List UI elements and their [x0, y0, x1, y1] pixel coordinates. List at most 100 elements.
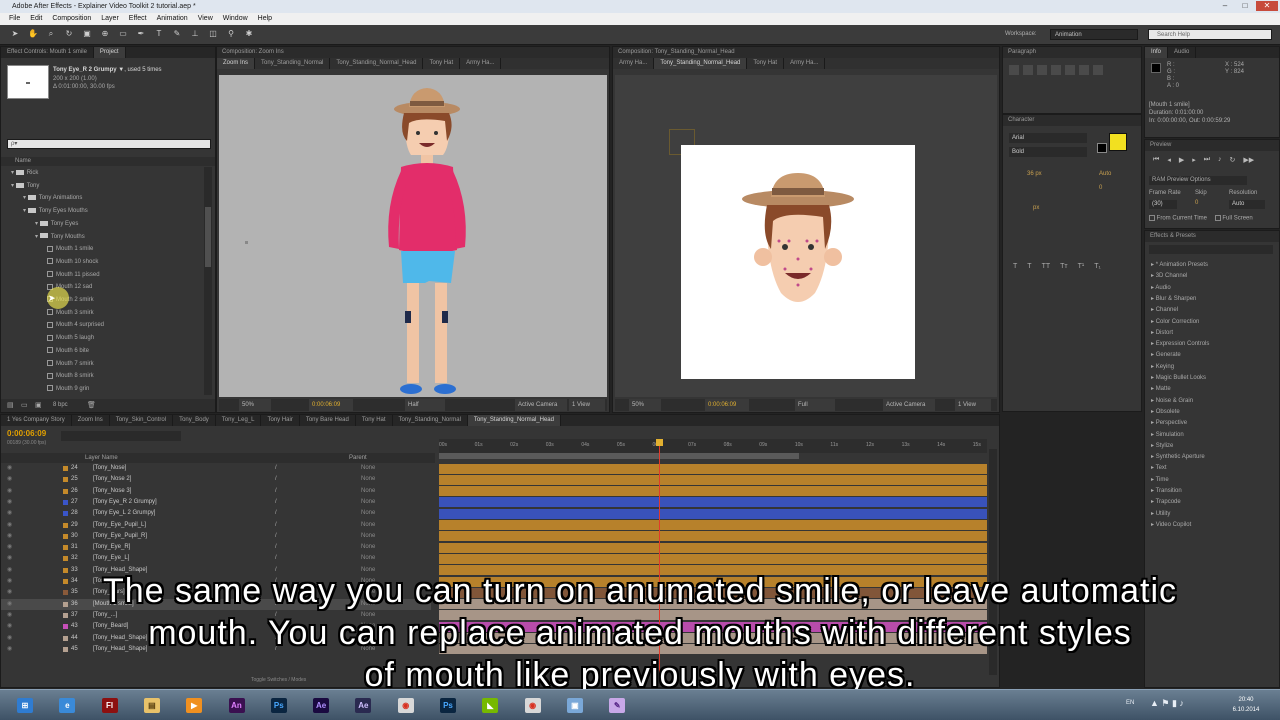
- visibility-eye-icon[interactable]: ◉: [7, 520, 12, 531]
- comp-left-zoom[interactable]: 50%: [239, 399, 271, 411]
- quality-switch-icon[interactable]: /: [275, 497, 277, 508]
- timeline-tab[interactable]: Tony Hair: [261, 415, 300, 426]
- comp-left-tab-3[interactable]: Tony Hat: [423, 58, 461, 69]
- maximize-button[interactable]: □: [1236, 1, 1254, 11]
- effects-category[interactable]: ▸ Blur & Sharpen: [1151, 295, 1196, 302]
- visibility-eye-icon[interactable]: ◉: [7, 486, 12, 497]
- taskbar-app-aftereffects[interactable]: Ae: [304, 693, 338, 718]
- layer-duration-bar[interactable]: [439, 553, 987, 564]
- tree-item[interactable]: ▾ Tony Eyes Mouths: [23, 205, 88, 217]
- clone-tool-icon[interactable]: ⊥: [190, 29, 200, 39]
- effects-category[interactable]: ▸ * Animation Presets: [1151, 261, 1208, 268]
- stroke-color-swatch[interactable]: [1097, 143, 1107, 153]
- comp-right-tab-0[interactable]: Army Ha...: [613, 58, 655, 69]
- parent-select[interactable]: None: [361, 553, 375, 564]
- layer-duration-bar[interactable]: [439, 486, 987, 497]
- layer-label-color[interactable]: [63, 545, 68, 551]
- layer-duration-bar[interactable]: [439, 474, 987, 485]
- audio-icon[interactable]: ♪: [1218, 156, 1222, 164]
- justify-left-icon[interactable]: [1051, 65, 1061, 75]
- timeline-tab[interactable]: Zoom Ins: [72, 415, 110, 426]
- zoom-tool-icon[interactable]: ⌕: [46, 29, 56, 39]
- timeline-search-input[interactable]: [61, 431, 181, 441]
- faux-bold-icon[interactable]: T: [1013, 263, 1017, 270]
- layer-name[interactable]: [Tony_Nose 2]: [93, 474, 131, 485]
- justify-center-icon[interactable]: [1065, 65, 1075, 75]
- comp-left-tab-2[interactable]: Tony_Standing_Normal_Head: [330, 58, 424, 69]
- taskbar-app-media[interactable]: ▶: [177, 693, 211, 718]
- effects-category[interactable]: ▸ Stylize: [1151, 442, 1173, 449]
- project-search-input[interactable]: ρ▾: [7, 139, 211, 149]
- comp-left-timecode[interactable]: 0:00:06:09: [309, 399, 353, 411]
- comp-left-title[interactable]: Composition: Zoom Ins: [217, 47, 609, 58]
- taskbar-app-animate[interactable]: An: [220, 693, 254, 718]
- visibility-eye-icon[interactable]: ◉: [7, 553, 12, 564]
- layer-row[interactable]: ◉ 32 [Tony_Eye_L] / None: [1, 553, 431, 564]
- column-header-name[interactable]: Name: [1, 157, 215, 166]
- from-current-checkbox[interactable]: [1149, 215, 1155, 221]
- brush-tool-icon[interactable]: ✎: [172, 29, 182, 39]
- timeline-tab[interactable]: 1 Yes Company Story: [1, 415, 72, 426]
- taskbar-app-explorer[interactable]: ▤: [135, 693, 169, 718]
- small-caps-icon[interactable]: Tт: [1060, 263, 1067, 270]
- effects-category[interactable]: ▸ Utility: [1151, 510, 1170, 517]
- faux-italic-icon[interactable]: T: [1027, 263, 1031, 270]
- taskbar-app-ie[interactable]: e: [50, 693, 84, 718]
- new-folder-icon[interactable]: ▭: [21, 401, 28, 409]
- taskbar-app-photoshop2[interactable]: Ps: [431, 693, 465, 718]
- comp-right-viewer[interactable]: [615, 75, 997, 397]
- trash-icon[interactable]: 🗑: [87, 401, 96, 409]
- layer-duration-bar[interactable]: [439, 542, 987, 553]
- camera-tool-icon[interactable]: ▣: [82, 29, 92, 39]
- roto-tool-icon[interactable]: ⚲: [226, 29, 236, 39]
- tree-item[interactable]: Mouth 5 laugh: [47, 332, 94, 344]
- quality-switch-icon[interactable]: /: [275, 542, 277, 553]
- tree-item[interactable]: Mouth 1 smile: [47, 243, 93, 255]
- comp-left-camera[interactable]: Active Camera: [515, 399, 567, 411]
- effects-category[interactable]: ▸ Perspective: [1151, 419, 1187, 426]
- visibility-eye-icon[interactable]: ◉: [7, 474, 12, 485]
- skip-value[interactable]: 0: [1195, 200, 1198, 206]
- layer-row[interactable]: ◉ 25 [Tony_Nose 2] / None: [1, 474, 431, 485]
- pan-behind-tool-icon[interactable]: ⊕: [100, 29, 110, 39]
- layer-row[interactable]: ◉ 26 [Tony_Nose 3] / None: [1, 486, 431, 497]
- layer-name[interactable]: [Tony_Nose 3]: [93, 486, 131, 497]
- menu-window[interactable]: Window: [218, 13, 253, 25]
- comp-right-zoom[interactable]: 50%: [629, 399, 661, 411]
- parent-select[interactable]: None: [361, 463, 375, 474]
- resolution-select[interactable]: Auto: [1229, 200, 1265, 209]
- visibility-eye-icon[interactable]: ◉: [7, 508, 12, 519]
- layer-duration-bar[interactable]: [439, 520, 987, 530]
- quality-switch-icon[interactable]: /: [275, 474, 277, 485]
- language-indicator[interactable]: EN: [1126, 700, 1134, 706]
- quality-switch-icon[interactable]: /: [275, 553, 277, 564]
- tab-preview[interactable]: Preview: [1145, 140, 1279, 151]
- column-layer-name[interactable]: Layer Name: [85, 453, 118, 463]
- tree-item[interactable]: ▾ Tony Animations: [23, 192, 82, 204]
- project-scrollbar[interactable]: [204, 167, 212, 395]
- quality-switch-icon[interactable]: /: [275, 508, 277, 519]
- superscript-icon[interactable]: T¹: [1078, 263, 1085, 270]
- taskbar-app-tool[interactable]: ▣: [558, 693, 592, 718]
- tab-project[interactable]: Project: [93, 47, 126, 58]
- effects-category[interactable]: ▸ Time: [1151, 476, 1169, 483]
- layer-name[interactable]: [Tony_Eye_Pupil_L]: [93, 520, 146, 531]
- layer-label-color[interactable]: [63, 533, 68, 539]
- parent-select[interactable]: None: [361, 497, 375, 508]
- quality-switch-icon[interactable]: /: [275, 463, 277, 474]
- comp-left-viewer[interactable]: [219, 75, 607, 397]
- effects-category[interactable]: ▸ Trapcode: [1151, 498, 1181, 505]
- taskbar-app-chrome2[interactable]: ◉: [516, 693, 550, 718]
- mask-tool-icon[interactable]: ▭: [118, 29, 128, 39]
- tab-character[interactable]: Character: [1003, 115, 1141, 126]
- menu-view[interactable]: View: [193, 13, 218, 25]
- work-area-bar[interactable]: [439, 453, 799, 459]
- tree-item[interactable]: ▾ Rick: [11, 167, 38, 179]
- time-ruler[interactable]: 00s01s02s03s04s05s06s07s08s09s10s11s12s1…: [439, 439, 987, 453]
- layer-name[interactable]: [Tony_Eye_R]: [93, 542, 130, 553]
- timeline-tab[interactable]: Tony_Leg_L: [216, 415, 262, 426]
- quality-switch-icon[interactable]: /: [275, 520, 277, 531]
- tree-item[interactable]: ▾ Tony Mouths: [35, 231, 85, 243]
- effects-category[interactable]: ▸ Color Correction: [1151, 318, 1199, 325]
- tree-item[interactable]: Mouth 7 smirk: [47, 358, 94, 370]
